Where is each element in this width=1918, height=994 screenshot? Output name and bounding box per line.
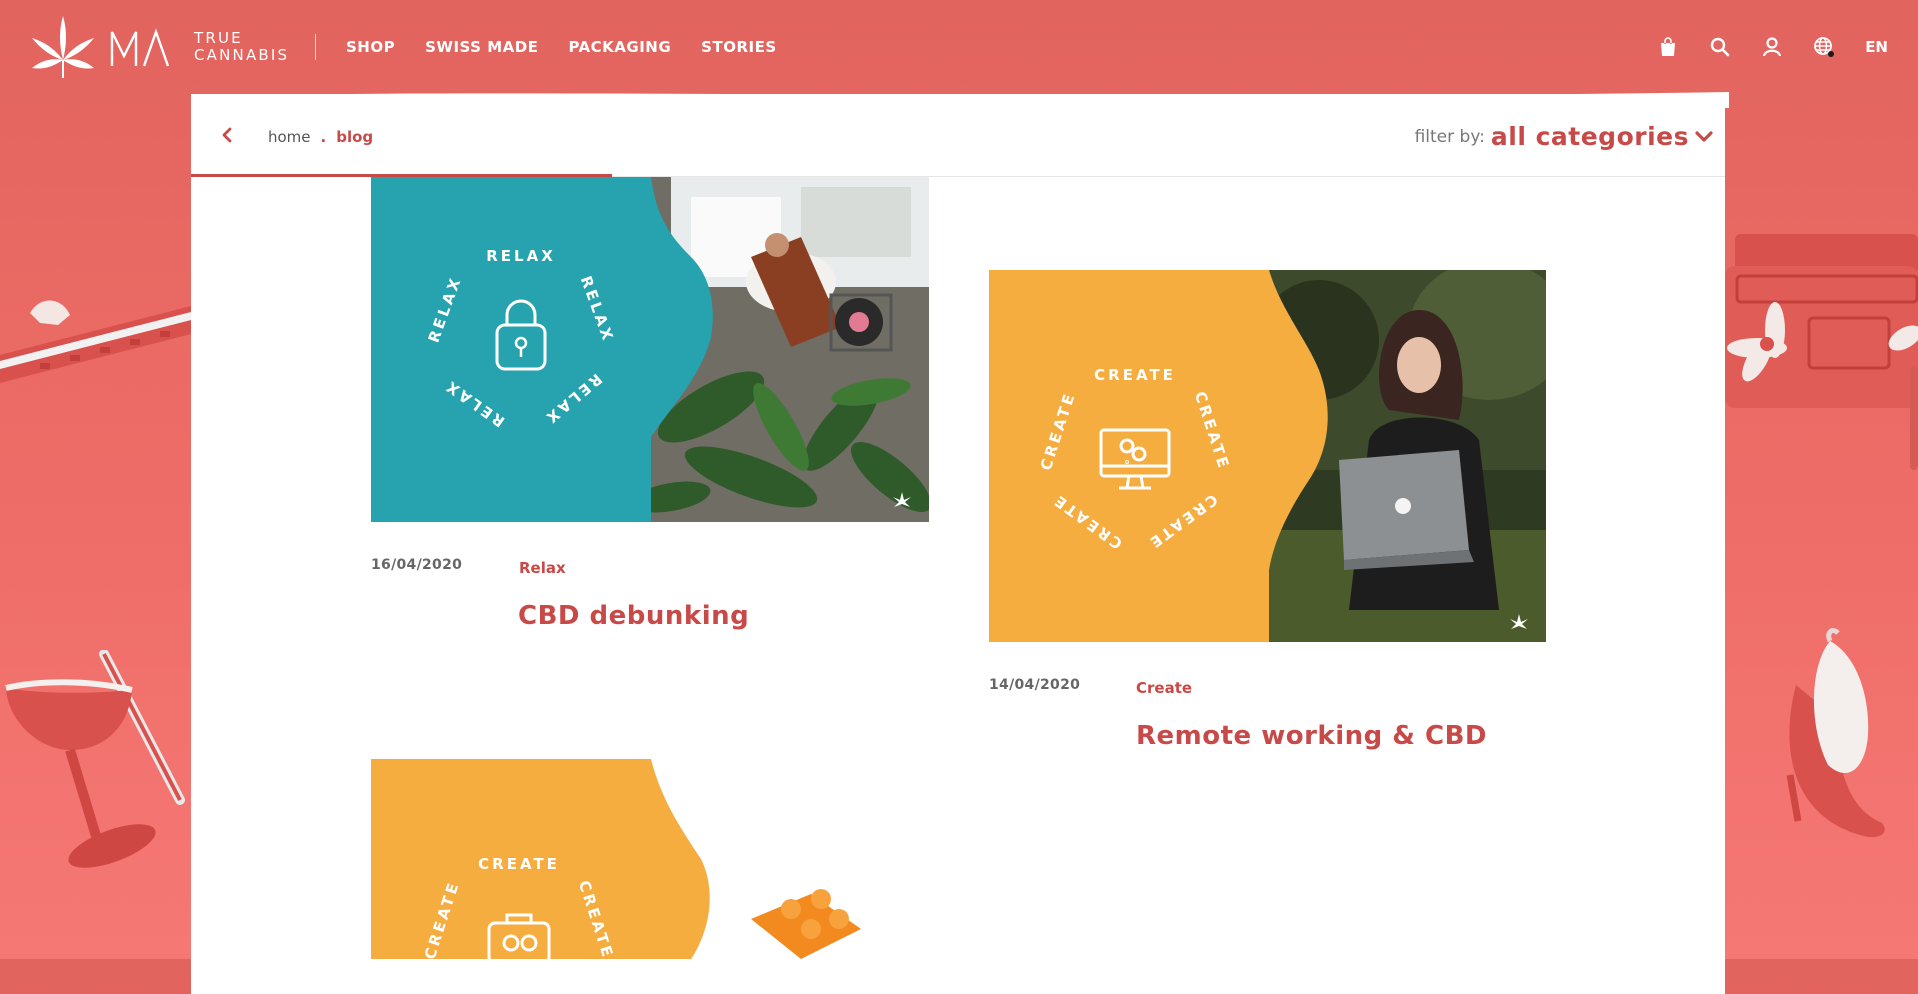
filter-label: filter by: — [1414, 126, 1485, 147]
nav-swiss-made[interactable]: SWISS MADE — [425, 38, 538, 56]
post-thumbnail-remote-working[interactable]: CREATE CREATE CREATE CREATE CREATE — [989, 270, 1546, 642]
keyboard-decoration — [0, 300, 195, 383]
nav-stories[interactable]: STORIES — [701, 38, 776, 56]
site-header: TRUE CANNABIS SHOP SWISS MADE PACKAGING … — [0, 0, 1918, 96]
breadcrumb: home. blog — [268, 128, 373, 146]
post-title-link[interactable]: CBD debunking — [518, 601, 749, 631]
post-title-link[interactable]: Remote working & CBD — [1136, 721, 1487, 751]
ma-monogram-logo[interactable] — [110, 28, 182, 68]
header-tools: EN — [1657, 36, 1888, 58]
globe-language-icon[interactable] — [1813, 36, 1835, 58]
chevron-down-icon[interactable] — [1695, 130, 1713, 144]
back-chevron-icon[interactable] — [220, 126, 234, 144]
brand-name[interactable]: TRUE CANNABIS — [194, 30, 289, 64]
post-date: 16/04/2020 — [371, 557, 463, 573]
breadcrumb-current[interactable]: blog — [336, 128, 373, 146]
category-filter[interactable]: filter by: all categories — [1415, 122, 1713, 151]
brand-divider — [315, 34, 316, 60]
nav-packaging[interactable]: PACKAGING — [568, 38, 671, 56]
post-category-link[interactable]: Create — [1136, 679, 1192, 697]
badge-word-top: CREATE — [1094, 366, 1176, 384]
badge-word-top: CREATE — [478, 855, 560, 873]
main-nav: SHOP SWISS MADE PACKAGING STORIES — [346, 38, 777, 56]
page-scrollbar[interactable] — [1910, 366, 1918, 470]
post-date: 14/04/2020 — [989, 677, 1081, 693]
breadcrumb-separator: . — [320, 128, 327, 146]
nav-shop[interactable]: SHOP — [346, 38, 395, 56]
cocktail-glass-decoration — [5, 650, 185, 868]
boombox-decoration — [1725, 234, 1918, 408]
brand-line-cannabis: CANNABIS — [194, 46, 290, 64]
post-thumbnail-create[interactable]: CREATE CREATE CREATE — [371, 759, 929, 959]
post-category-link[interactable]: Relax — [519, 559, 566, 577]
user-account-icon[interactable] — [1761, 36, 1783, 58]
badge-word-top: RELAX — [486, 247, 556, 265]
language-selector[interactable]: EN — [1865, 38, 1888, 56]
cannabis-leaf-logo-icon[interactable] — [28, 14, 98, 82]
breadcrumb-home[interactable]: home — [268, 128, 311, 146]
banana-heel-decoration — [1786, 628, 1885, 838]
post-thumbnail-cbd-debunking[interactable]: RELAX RELAX RELAX RELAX RELAX — [371, 177, 929, 522]
shopping-bag-icon[interactable] — [1657, 36, 1679, 58]
search-icon[interactable] — [1709, 36, 1731, 58]
filter-dropdown-value[interactable]: all categories — [1491, 122, 1689, 151]
brand-line-true: TRUE — [194, 29, 243, 47]
